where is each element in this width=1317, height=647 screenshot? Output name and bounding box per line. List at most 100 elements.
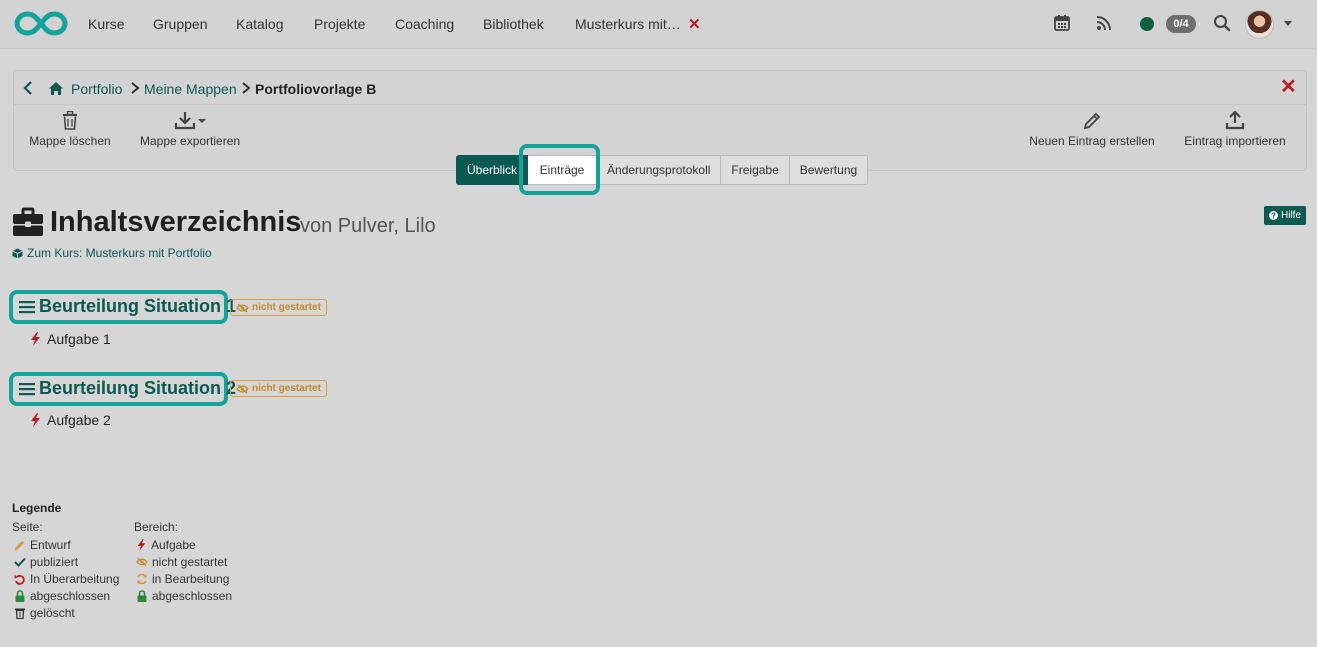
- calendar-icon[interactable]: [1053, 14, 1071, 32]
- list-icon: [19, 383, 35, 396]
- help-label: Hilfe: [1281, 210, 1302, 221]
- help-button[interactable]: ? Hilfe: [1264, 206, 1307, 225]
- legend-area-heading: Bereich:: [134, 520, 179, 534]
- close-icon[interactable]: ✕: [1280, 77, 1297, 97]
- legend-item: abgeschlossen: [14, 588, 110, 603]
- legend-page-heading: Seite:: [12, 520, 43, 534]
- search-icon[interactable]: [1213, 14, 1231, 32]
- breadcrumb: Portfolio Meine Mappen Portfoliovorlage …: [14, 71, 1306, 105]
- lock-icon: [15, 589, 25, 602]
- nav-item-katalog[interactable]: Katalog: [236, 16, 283, 32]
- tab-bewertung[interactable]: Bewertung: [789, 155, 869, 185]
- avatar[interactable]: [1245, 10, 1274, 39]
- page-title: Inhaltsverzeichnis: [50, 206, 302, 238]
- breadcrumb-portfolio[interactable]: Portfolio: [71, 81, 122, 97]
- legend-title: Legende: [12, 501, 62, 515]
- bolt-icon: [137, 538, 146, 551]
- task-label[interactable]: Aufgabe 1: [47, 331, 111, 347]
- undo-icon: [14, 574, 25, 585]
- bolt-icon: [31, 332, 40, 346]
- legend-item: nicht gestartet: [136, 554, 227, 569]
- status-label: nicht gestartet: [252, 302, 321, 313]
- nav-item-gruppen[interactable]: Gruppen: [153, 16, 207, 32]
- top-navigation: Kurse Gruppen Katalog Projekte Coaching …: [0, 0, 1317, 49]
- close-course-tab-icon[interactable]: ✕: [688, 15, 701, 33]
- legend-label: nicht gestartet: [152, 554, 228, 569]
- list-icon: [19, 301, 35, 314]
- rss-icon[interactable]: [1095, 14, 1113, 32]
- breadcrumb-current: Portfoliovorlage B: [255, 81, 377, 97]
- section-heading-2[interactable]: Beurteilung Situation 2: [9, 372, 236, 406]
- pencil-icon: [1083, 112, 1101, 130]
- legend-item: abgeschlossen: [136, 588, 232, 603]
- legend-label: Aufgabe: [151, 537, 196, 552]
- delete-binder-button[interactable]: Mappe löschen: [28, 111, 112, 148]
- eye-slash-icon: [236, 384, 249, 393]
- tab-ueberblick[interactable]: Überblick: [456, 155, 529, 185]
- chevron-right-icon: [131, 82, 140, 94]
- legend-item: in Bearbeitung: [136, 571, 229, 586]
- status-badge: nicht gestartet: [230, 299, 327, 316]
- briefcase-icon: [13, 207, 43, 236]
- trash-icon: [15, 608, 25, 619]
- upload-icon: [1225, 111, 1245, 130]
- course-link[interactable]: Zum Kurs: Musterkurs mit Portfolio: [12, 246, 212, 260]
- cube-icon: [12, 248, 23, 258]
- nav-item-bibliothek[interactable]: Bibliothek: [483, 16, 544, 32]
- new-entry-label: Neuen Eintrag erstellen: [1029, 134, 1155, 148]
- svg-text:?: ?: [1271, 212, 1276, 221]
- task-item[interactable]: Aufgabe 1: [30, 331, 111, 347]
- section-title[interactable]: Beurteilung Situation 1: [39, 296, 236, 317]
- breadcrumb-meine-mappen[interactable]: Meine Mappen: [144, 81, 237, 97]
- legend-item: In Überarbeitung: [14, 571, 119, 586]
- legend-label: in Bearbeitung: [152, 571, 230, 586]
- section-heading-1[interactable]: Beurteilung Situation 1: [9, 290, 236, 324]
- nav-item-course-tab[interactable]: Musterkurs mit…: [575, 16, 681, 32]
- binder-tabs: Überblick Einträge Änderungsprotokoll Fr…: [456, 155, 869, 185]
- tab-eintraege[interactable]: Einträge: [528, 155, 598, 185]
- section-title[interactable]: Beurteilung Situation 2: [39, 378, 236, 399]
- legend-label: abgeschlossen: [152, 588, 233, 603]
- nav-item-projekte[interactable]: Projekte: [314, 16, 365, 32]
- trash-icon: [63, 111, 77, 130]
- page-owner: von Pulver, Lilo: [300, 215, 436, 237]
- new-entry-button[interactable]: Neuen Eintrag erstellen: [1028, 111, 1156, 148]
- back-icon[interactable]: [22, 80, 34, 96]
- lock-icon: [137, 589, 147, 602]
- online-status-indicator[interactable]: [1140, 17, 1154, 31]
- task-item[interactable]: Aufgabe 2: [30, 412, 111, 428]
- legend-label: gelöscht: [30, 605, 75, 620]
- nav-item-kurse[interactable]: Kurse: [88, 16, 125, 32]
- tab-aenderungsprotokoll[interactable]: Änderungsprotokoll: [597, 155, 722, 185]
- status-badge: nicht gestartet: [230, 380, 327, 397]
- user-menu-chevron-down-icon[interactable]: [1284, 21, 1292, 26]
- legend-item: gelöscht: [14, 605, 75, 620]
- legend-label: Entwurf: [30, 537, 71, 552]
- course-link-label: Zum Kurs: Musterkurs mit Portfolio: [27, 246, 212, 260]
- legend-item: Aufgabe: [136, 537, 196, 552]
- chevron-right-icon: [242, 82, 251, 94]
- status-label: nicht gestartet: [252, 383, 321, 394]
- legend-label: abgeschlossen: [30, 588, 111, 603]
- legend-label: publiziert: [30, 554, 79, 569]
- tab-freigabe[interactable]: Freigabe: [721, 155, 790, 185]
- bolt-icon: [31, 413, 40, 427]
- eye-slash-icon: [236, 303, 249, 312]
- eye-slash-icon: [136, 557, 148, 566]
- nav-item-coaching[interactable]: Coaching: [395, 16, 454, 32]
- delete-binder-label: Mappe löschen: [29, 134, 111, 148]
- assessment-counter-badge[interactable]: 0/4: [1166, 15, 1196, 33]
- check-icon: [14, 557, 26, 567]
- export-binder-label: Mappe exportieren: [140, 134, 241, 148]
- logo-infinity-icon[interactable]: [14, 10, 68, 37]
- download-icon: [174, 112, 206, 130]
- refresh-icon: [137, 573, 147, 584]
- import-entry-button[interactable]: Eintrag importieren: [1182, 111, 1288, 148]
- legend-item: Entwurf: [14, 537, 71, 552]
- home-icon[interactable]: [48, 81, 64, 96]
- pencil-icon: [14, 540, 24, 550]
- task-label[interactable]: Aufgabe 2: [47, 412, 111, 428]
- question-icon: ?: [1269, 211, 1278, 220]
- export-binder-button[interactable]: Mappe exportieren: [140, 111, 240, 148]
- legend-label: In Überarbeitung: [30, 571, 120, 586]
